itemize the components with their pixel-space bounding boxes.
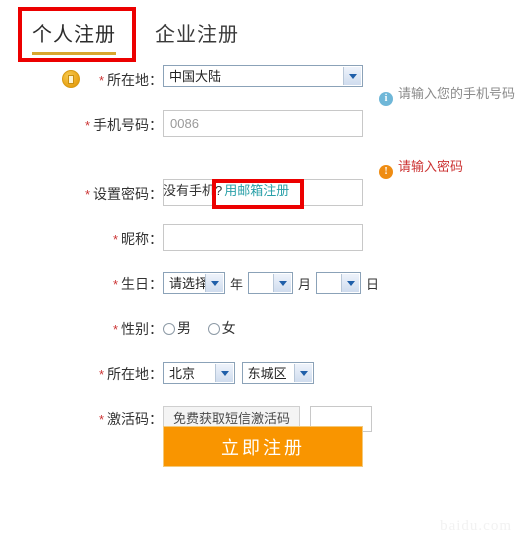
select-province[interactable]: 北京: [163, 362, 235, 384]
required-star-icon: *: [112, 322, 118, 337]
label-location: * 所在地：: [98, 366, 163, 382]
required-star-icon: *: [112, 277, 118, 292]
chevron-down-icon[interactable]: [293, 364, 312, 382]
field-location: 北京 东城区: [163, 362, 314, 384]
form-row-phone: * 手机号码：: [0, 107, 518, 152]
select-city[interactable]: 东城区: [241, 362, 314, 384]
tab-personal-registration[interactable]: 个人注册: [32, 18, 116, 55]
field-birthday: 请选择 年 月 日: [163, 272, 384, 294]
register-now-button[interactable]: 立即注册: [163, 426, 363, 467]
required-star-icon: *: [84, 118, 90, 133]
phone-subnote-text: 没有手机?: [163, 183, 223, 198]
select-region-value: 中国大陆: [169, 69, 222, 84]
chevron-down-icon[interactable]: [215, 364, 233, 382]
label-nickname: * 昵称：: [112, 231, 163, 247]
submit-area: 立即注册: [163, 426, 363, 467]
field-nickname: [163, 224, 363, 251]
form-row-nickname: * 昵称：: [0, 221, 518, 266]
select-birth-month[interactable]: [248, 272, 294, 294]
label-phone: * 手机号码：: [84, 117, 163, 133]
registration-form: *所在地： 中国大陆 *手机号码： 没有手机?用邮箱注册 *设置密码：: [0, 62, 518, 446]
radio-gender-male-label: 男: [177, 320, 191, 336]
required-star-icon: *: [112, 232, 118, 247]
phone-input[interactable]: [163, 110, 363, 137]
select-region[interactable]: 中国大陆: [163, 65, 363, 87]
required-star-icon: *: [98, 367, 104, 382]
label-region: * 所在地：: [98, 72, 163, 88]
label-gender: * 性别：: [112, 321, 163, 337]
hint-password: ! 请输入密码: [379, 159, 463, 179]
radio-gender-female-label: 女: [221, 320, 236, 336]
tab-active-underline: [32, 52, 116, 55]
tab-personal-label: 个人注册: [32, 24, 116, 46]
field-region: 中国大陆: [163, 65, 363, 87]
field-gender: 男 女: [163, 318, 249, 338]
radio-gender-female[interactable]: 女: [207, 318, 236, 338]
unit-month: 月: [298, 276, 312, 292]
form-row-location: * 所在地： 北京 东城区: [0, 356, 518, 401]
phone-subnote: 没有手机? 用邮箱注册: [163, 180, 289, 199]
label-birthday: * 生日：: [112, 276, 163, 292]
required-star-icon: *: [98, 412, 104, 427]
required-star-icon: *: [84, 187, 90, 202]
required-star-icon: *: [98, 73, 104, 88]
registration-tabs: 个人注册 企业注册: [0, 0, 518, 62]
label-activation-code: * 激活码：: [98, 411, 163, 427]
register-with-email-link[interactable]: 用邮箱注册: [224, 183, 289, 198]
chevron-down-icon[interactable]: [343, 67, 361, 85]
select-birth-day[interactable]: [316, 272, 362, 294]
tab-enterprise-registration[interactable]: 企业注册: [155, 18, 239, 47]
radio-circle-icon: [163, 323, 175, 335]
info-icon: i: [379, 92, 393, 106]
form-row-gender: * 性别： 男 女: [0, 311, 518, 356]
radio-gender-male[interactable]: 男: [163, 318, 191, 338]
field-phone: [163, 110, 363, 137]
radio-circle-icon: [207, 323, 220, 335]
chevron-down-icon[interactable]: [273, 274, 292, 292]
hint-phone: i 请输入您的手机号码: [379, 86, 515, 106]
form-row-birthday: * 生日： 请选择 年 月 日: [0, 266, 518, 311]
hint-password-text: 请输入密码: [398, 159, 464, 174]
nickname-input[interactable]: [163, 224, 363, 251]
label-password: * 设置密码：: [84, 186, 163, 202]
chevron-down-icon[interactable]: [341, 274, 360, 292]
tab-enterprise-label: 企业注册: [155, 24, 239, 46]
select-birth-year[interactable]: 请选择: [163, 272, 225, 294]
hint-phone-text: 请输入您的手机号码: [398, 86, 516, 101]
unit-day: 日: [366, 276, 380, 292]
watermark: baidu.com: [440, 518, 512, 534]
warning-icon: !: [379, 165, 393, 179]
chevron-down-icon[interactable]: [205, 274, 223, 292]
unit-year: 年: [230, 276, 244, 292]
